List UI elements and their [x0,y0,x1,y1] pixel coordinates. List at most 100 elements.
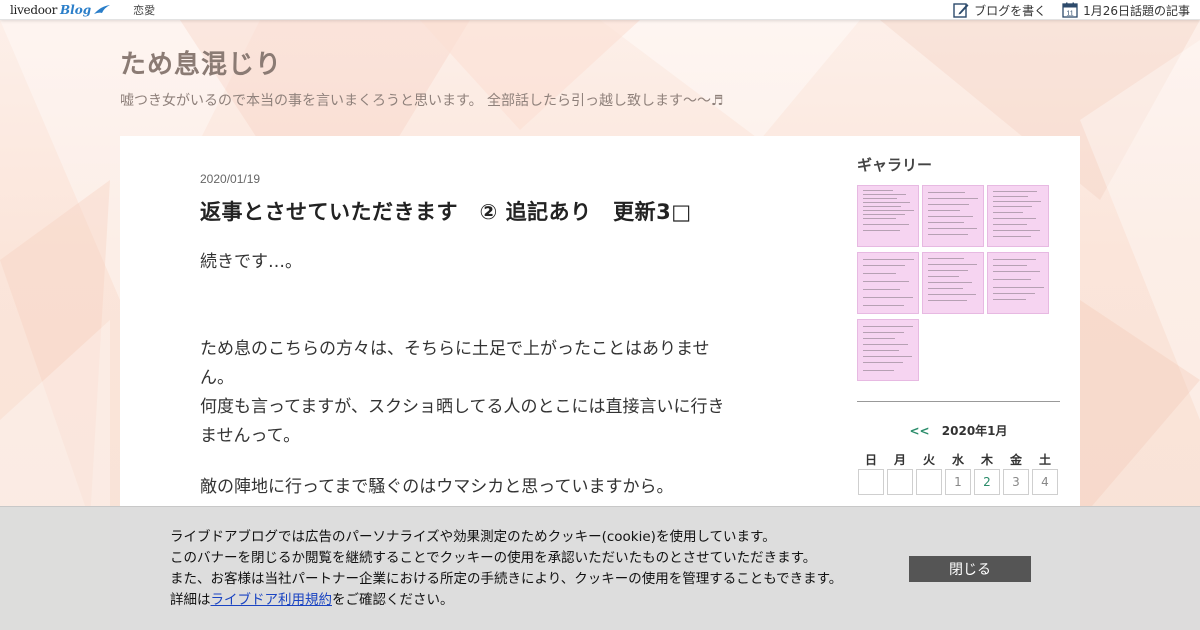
thumbnail-text-line [993,259,1036,260]
thumbnail-text-line [863,356,912,357]
thumbnail-text-line [863,344,908,345]
sidebar-divider [857,401,1060,402]
thumbnail-text-line [863,198,897,199]
calendar-day[interactable]: 2 [974,469,1000,495]
pencil-note-icon [953,3,969,18]
thumbnail-text-line [863,210,914,211]
thumbnail-text-line [863,202,910,203]
thumbnail-text-line [928,228,977,229]
thumbnail-text-line [993,201,1041,202]
gallery-thumbnail[interactable] [857,252,919,314]
calendar-weekday: 日 [864,453,877,467]
thumbnail-text-line [993,218,1036,219]
calendar-empty-cell [887,469,913,495]
gallery-thumbnail[interactable] [857,319,919,381]
thumbnail-text-line [928,288,963,289]
gallery-thumbnail[interactable] [922,185,984,247]
blog-description: 嘘つき女がいるので本当の事を言いまくろうと思います。 全部話したら引っ越し致しま… [120,93,724,109]
cookie-close-button[interactable]: 閉じる [909,556,1031,582]
thumbnail-text-line [863,224,909,225]
post-title[interactable]: 返事とさせていただきます ② 追記あり 更新3□ [200,196,740,226]
thumbnail-text-line [993,287,1044,288]
topic-articles-link[interactable]: 11 1月26日話題の記事 [1062,2,1190,19]
calendar-header: << 2020年1月 [857,422,1060,439]
thumbnail-text-line [863,265,905,266]
thumbnail-text-line [993,212,1023,213]
calendar-widget: << 2020年1月 日 月 火 水 木 金 土 1234 [857,422,1060,495]
calendar-weekday: 月 [893,453,906,467]
calendar-icon: 11 [1062,2,1078,18]
thumbnail-text-line [863,194,906,195]
calendar-weekday: 金 [1009,453,1022,467]
thumbnail-text-line [863,190,893,191]
thumbnail-text-line [863,338,895,339]
cookie-line: また、お客様は当社パートナー企業における所定の手続きにより、クッキーの使用を管理… [170,571,843,587]
cookie-line: このバナーを閉じるか閲覧を継続することでクッキーの使用を承認いただいたものとさせ… [170,550,817,566]
thumbnail-text-line [863,297,913,298]
thumbnail-text-line [993,265,1027,266]
calendar-weekday: 火 [922,453,935,467]
sidebar: ギャラリー << 2020年1月 日 月 火 水 木 金 土 1234 [857,154,1060,495]
thumbnail-text-line [993,236,1031,237]
calendar-month-label: 2020年1月 [941,424,1008,438]
livedoor-blog-logo[interactable]: livedoor Blog [10,0,111,20]
top-navigation-bar: livedoor Blog 恋愛 ブログを書く 11 1月26日話題の記事 [0,0,1200,20]
bird-icon [94,4,111,14]
cookie-line: 詳細はライブドア利用規約をご確認ください。 [170,590,842,611]
blog-title[interactable]: ため息混じり [120,44,282,81]
calendar-empty-cell [858,469,884,495]
calendar-empty-cell [916,469,942,495]
post-paragraph: 何度も言ってますが、スクショ晒してる人のとこには直接言いに行きませんって。 [200,397,725,446]
calendar-grid: 日 月 火 水 木 金 土 1234 [858,451,1060,495]
write-blog-label: ブログを書く [974,3,1047,18]
gallery-grid [857,185,1060,381]
thumbnail-text-line [928,264,977,265]
thumbnail-text-line [863,281,909,282]
thumbnail-text-line [863,332,904,333]
gallery-thumbnail[interactable] [922,252,984,314]
post-body: 続きです…。 ため息のこちらの方々は、そちらに土足で上がったことはありません。 … [200,248,740,502]
calendar-prev-month-link[interactable]: << [909,424,929,438]
cookie-details-prefix: 詳細は [170,592,211,608]
cookie-line: ライブドアブログでは広告のパーソナライズや効果測定のためクッキー(cookie)… [170,529,776,545]
thumbnail-text-line [863,273,896,274]
thumbnail-text-line [993,196,1028,197]
gallery-thumbnail[interactable] [857,185,919,247]
thumbnail-text-line [863,370,894,371]
thumbnail-text-line [928,198,978,199]
thumbnail-text-line [993,224,1027,225]
post-paragraph: 敵の陣地に行ってまで騒ぐのはウマシカと思っていますから。 [200,477,674,497]
calendar-day: 1 [945,469,971,495]
gallery-thumbnail[interactable] [987,185,1049,247]
thumbnail-text-line [928,204,969,205]
top-right-links: ブログを書く 11 1月26日話題の記事 [953,0,1190,20]
article: 2020/01/19 返事とさせていただきます ② 追記あり 更新3□ 続きです… [200,172,740,502]
post-date: 2020/01/19 [200,172,261,186]
gallery-heading: ギャラリー [857,156,933,174]
thumbnail-text-line [928,210,960,211]
thumbnail-text-line [928,270,968,271]
thumbnail-text-line [863,350,899,351]
thumbnail-text-line [928,258,964,259]
thumbnail-text-line [863,289,900,290]
thumbnail-text-line [863,218,896,219]
category-link-love[interactable]: 恋愛 [133,2,155,18]
thumbnail-text-line [993,279,1031,280]
gallery-thumbnail[interactable] [987,252,1049,314]
logo-livedoor-text: livedoor [10,2,58,17]
topic-articles-label: 1月26日話題の記事 [1083,3,1190,18]
thumbnail-text-line [928,192,965,193]
terms-of-use-link[interactable]: ライブドア利用規約 [211,592,333,608]
cookie-consent-banner: ライブドアブログでは広告のパーソナライズや効果測定のためクッキー(cookie)… [0,506,1200,630]
cookie-details-suffix: をご確認ください。 [332,592,454,608]
thumbnail-text-line [863,326,913,327]
write-blog-link[interactable]: ブログを書く [953,2,1046,19]
thumbnail-text-line [928,294,976,295]
post-paragraph: ため息のこちらの方々は、そちらに土足で上がったことはありません。 [200,339,710,388]
thumbnail-text-line [928,276,959,277]
calendar-weekday: 水 [951,453,964,467]
thumbnail-text-line [863,214,905,215]
thumbnail-text-line [993,206,1032,207]
